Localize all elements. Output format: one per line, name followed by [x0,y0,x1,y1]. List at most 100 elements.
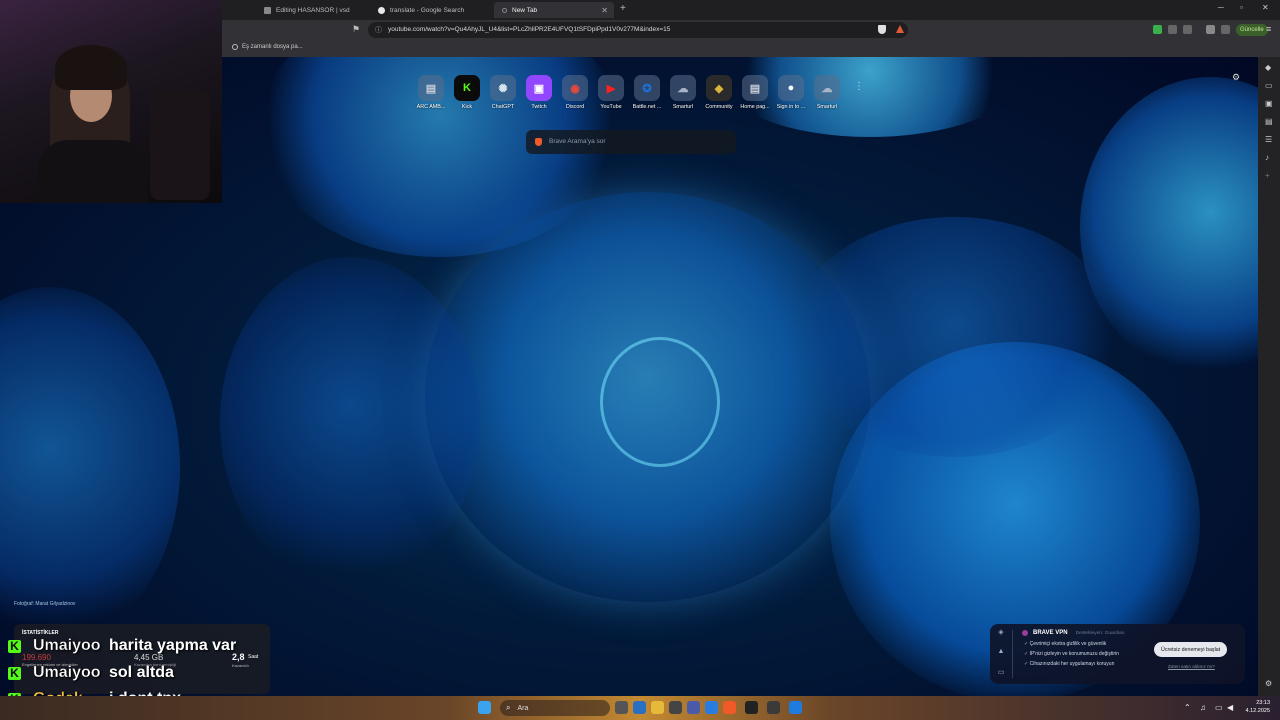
more-options-icon[interactable]: ⋮ [854,81,864,92]
network-icon[interactable]: ▭ [1215,703,1223,712]
app-icon[interactable] [705,701,718,714]
menu-icon[interactable]: ≡ [1266,24,1271,34]
warning-icon[interactable]: ▲ [996,648,1006,655]
clock-time: 23:13 [1256,700,1270,706]
task-view-icon[interactable] [615,701,628,714]
brave-search-box[interactable]: Brave Arama'ya sor [526,130,736,154]
tab-editing[interactable]: Editing HASANSÖR | vsd [256,2,368,18]
page-icon: ▤ [742,75,768,101]
site-info-icon[interactable]: ⓘ [375,25,382,35]
volume-icon[interactable]: ◀ [1227,703,1233,712]
photo-credit[interactable]: Fotoğraf: Marat Gilyadzinov [14,601,75,607]
tab-label: Editing HASANSÖR | vsd [276,6,350,14]
community-icon: ◆ [706,75,732,101]
google-icon [378,6,385,14]
shortcut-discord[interactable]: ◉ Discord [558,75,592,110]
update-button[interactable]: Güncelle [1236,24,1268,36]
system-clock[interactable]: 23:13 4.12.2025 [1240,699,1270,715]
device-icon[interactable]: ▭ [996,668,1006,676]
chevron-up-icon[interactable]: ⌃ [1184,703,1191,712]
github-icon: ● [778,75,804,101]
microphone-icon[interactable]: ♫ [1200,703,1206,712]
vpn-logo-icon [1022,630,1028,636]
edge-icon[interactable] [633,701,646,714]
shortcut-kick[interactable]: K Kick [450,75,484,110]
right-sidebar: ◆ ▭ ▣ ▤ ☰ ♪ + ⚙ [1258,57,1280,696]
shortcut-github[interactable]: ● Sign in to ... [774,75,808,110]
app-icon[interactable] [669,701,682,714]
start-trial-button[interactable]: Ücretsiz denemeyi başlat [1154,642,1228,657]
person-hair [55,45,127,90]
close-window-button[interactable]: ✕ [1262,3,1269,12]
shortcut-label: Discord [565,104,585,110]
search-icon: ⌕ [506,703,511,712]
shortcut-smarturl-2[interactable]: ☁ Smarturl [810,75,844,110]
globe-icon [232,44,238,50]
shortcut-youtube[interactable]: ▶ YouTube [594,75,628,110]
shortcut-home-page[interactable]: ▤ Home pag... [738,75,772,110]
maximize-button[interactable]: ▫ [1240,3,1243,12]
chatgpt-icon: ✺ [490,75,516,101]
address-url: youtube.com/watch?v=Qu4AhyJL_U4&list=PLc… [388,26,671,33]
shortcut-label: Smarturl [672,104,694,110]
shortcut-label: Kick [461,104,473,110]
music-icon[interactable] [1206,25,1215,34]
brave-shields-icon[interactable] [878,25,886,34]
shortcut-label: Smarturl [816,104,838,110]
vpn-title: BRAVE VPN [1033,630,1068,636]
bookmark-icon[interactable]: ⚑ [352,24,360,35]
app-icon[interactable] [767,701,780,714]
sidebar-toggle-icon[interactable] [1221,25,1230,34]
app-icon[interactable] [789,701,802,714]
shortcut-community[interactable]: ◆ Community [702,75,736,110]
bookmark-item[interactable]: Eş zamanlı dosya pa... [232,44,303,50]
stats-time-unit: Saat [248,654,259,660]
extension-icon[interactable] [1183,25,1192,34]
taskbar-search[interactable]: ⌕ Ara [500,700,610,716]
twitch-icon: ▣ [526,75,552,101]
file-explorer-icon[interactable] [651,701,664,714]
brave-icon[interactable] [723,701,736,714]
shortcut-label: ChatGPT [491,104,515,110]
person-shirt [38,140,148,203]
vpn-shield-icon[interactable]: ◈ [996,628,1006,636]
background-jellyfish [600,337,720,467]
add-icon[interactable]: + [1265,171,1270,180]
bookmarks-icon[interactable]: ▤ [1265,117,1273,126]
vpn-bullet: Cihazınızdaki her uygulamayı koruyun [1024,661,1115,667]
reading-list-icon[interactable]: ☰ [1265,135,1272,144]
extension-icon[interactable] [1168,25,1177,34]
shortcut-battlenet[interactable]: ✪ Battle.net ... [630,75,664,110]
shortcut-twitch[interactable]: ▣ Twitch [522,75,556,110]
brave-logo-icon[interactable]: ◆ [1265,63,1271,72]
new-tab-button[interactable]: + [620,3,626,14]
minimize-button[interactable]: ─ [1218,3,1224,12]
search-placeholder: Brave Arama'ya sor [549,138,606,145]
background-jellyfish [0,287,180,647]
background-jellyfish [790,217,1120,457]
vpn-header: BRAVE VPN Destekleyen: Guardian [1022,630,1124,636]
wallet-icon[interactable]: ▣ [1265,99,1273,108]
already-purchased-link[interactable]: Zaten satın aldınız mı? [1168,664,1215,669]
music-icon[interactable]: ♪ [1265,153,1269,162]
battlenet-icon: ✪ [634,75,660,101]
divider [1012,630,1013,678]
shortcut-smarturl[interactable]: ☁ Smarturl [666,75,700,110]
shortcut-chatgpt[interactable]: ✺ ChatGPT [486,75,520,110]
close-tab-icon[interactable]: ✕ [601,6,608,15]
obs-icon[interactable] [745,701,758,714]
gear-icon[interactable]: ⚙ [1232,72,1240,83]
extension-icon[interactable] [1153,25,1162,34]
chair-back [150,90,210,200]
windows-start-icon[interactable] [478,701,491,714]
tab-label: New Tab [512,6,538,14]
stats-time-label: Kazanıldı [232,663,249,668]
address-bar[interactable]: ⓘ youtube.com/watch?v=Qu4AhyJL_U4&list=P… [368,22,908,38]
gear-icon[interactable]: ⚙ [1265,679,1272,688]
chat-icon[interactable]: ▭ [1265,81,1273,90]
shortcut-arc-amb[interactable]: ▤ ARC AMB... [414,75,448,110]
app-icon[interactable] [687,701,700,714]
tab-new-tab[interactable]: New Tab ✕ [494,2,614,18]
tab-translate[interactable]: translate - Google Search [370,2,490,18]
brave-rewards-icon[interactable] [896,25,904,33]
